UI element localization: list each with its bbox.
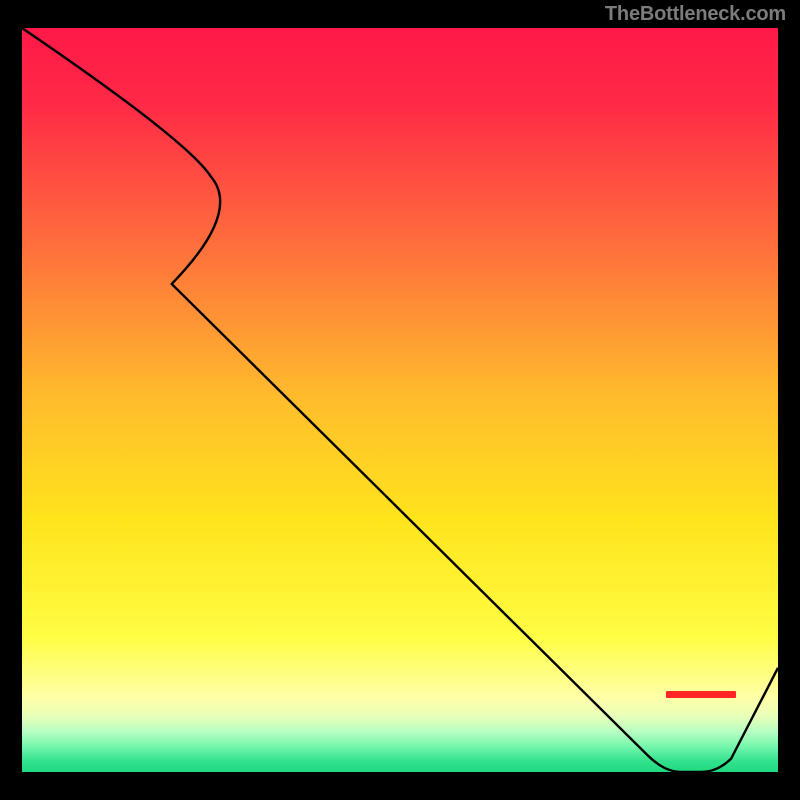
optimal-marker <box>666 691 736 698</box>
chart-container: TheBottleneck.com <box>0 0 800 800</box>
gradient-background <box>22 28 778 772</box>
bottleneck-chart <box>22 28 778 772</box>
attribution-text: TheBottleneck.com <box>605 3 786 26</box>
